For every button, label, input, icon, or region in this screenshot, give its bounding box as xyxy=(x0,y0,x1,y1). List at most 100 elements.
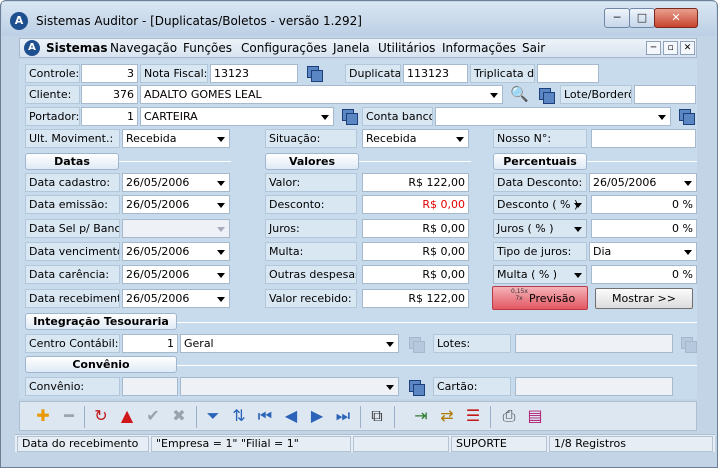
title-bar: A Sistemas Auditor - [Duplicatas/Boletos… xyxy=(2,2,716,36)
cliente-lookup-icon[interactable] xyxy=(539,88,555,104)
multa-field[interactable]: R$ 0,00 xyxy=(362,242,469,261)
minimize-button[interactable]: ─ xyxy=(604,8,630,28)
last-record-icon[interactable]: ⏭ xyxy=(334,407,352,425)
status-empresa-filial: "Empresa = 1" "Filial = 1" xyxy=(151,436,351,452)
juros-percent-field[interactable]: 0 % xyxy=(591,219,697,238)
menu-funcoes[interactable]: Funções xyxy=(183,41,232,55)
centro-contabil-code-field[interactable]: 1 xyxy=(122,334,178,353)
list-icon[interactable]: ☰ xyxy=(464,407,482,425)
data-recebimento-label: Data recebimento: xyxy=(25,289,120,308)
print-icon[interactable]: ⎙ xyxy=(500,407,518,425)
data-sel-banco-field[interactable] xyxy=(122,219,230,238)
data-cadastro-field[interactable]: 26/05/2006 xyxy=(122,173,230,192)
ult-moviment-select[interactable]: Recebida xyxy=(122,129,230,148)
nosso-numero-field[interactable] xyxy=(591,129,696,148)
desconto-percent-select[interactable]: Desconto ( % ) xyxy=(493,195,587,214)
lotes-lookup-icon[interactable] xyxy=(681,337,697,353)
portador-select[interactable]: CARTEIRA xyxy=(140,107,334,126)
multa-percent-field[interactable]: 0 % xyxy=(591,265,697,284)
status-user: SUPORTE xyxy=(451,436,547,452)
controle-field[interactable]: 3 xyxy=(81,64,138,83)
conta-banco-select[interactable] xyxy=(435,107,671,126)
data-carencia-field[interactable]: 26/05/2006 xyxy=(122,265,230,284)
confirm-icon[interactable]: ✔ xyxy=(144,407,162,425)
data-desconto-field[interactable]: 26/05/2006 xyxy=(589,173,697,192)
cliente-code-field[interactable]: 376 xyxy=(81,85,138,104)
duplicata-field[interactable]: 113123 xyxy=(403,64,468,83)
valores-section-header: Valores xyxy=(265,153,359,170)
desconto-field[interactable]: R$ 0,00 xyxy=(362,195,469,214)
previsao-button[interactable]: 0,15x 7x Previsão xyxy=(492,286,588,310)
alert-icon[interactable]: ▲ xyxy=(118,407,136,425)
mostrar-button[interactable]: Mostrar >> xyxy=(595,288,693,309)
export-icon[interactable]: ⇄ xyxy=(438,407,456,425)
cliente-select[interactable]: ADALTO GOMES LEAL xyxy=(140,85,503,104)
search-icon[interactable]: 🔍 xyxy=(510,86,529,102)
ult-moviment-label: Ult. Moviment.: xyxy=(25,129,120,148)
edit-record-icon[interactable]: ↻ xyxy=(92,407,110,425)
convenio-label: Convênio: xyxy=(25,377,120,396)
integracao-section-header: Integração Tesouraria xyxy=(25,313,177,330)
copy-icon[interactable]: ⧉ xyxy=(368,407,386,425)
valor-field[interactable]: R$ 122,00 xyxy=(362,173,469,192)
mdi-minimize-button[interactable]: ─ xyxy=(646,41,661,55)
menu-sair[interactable]: Sair xyxy=(522,41,545,55)
conta-banco-lookup-icon[interactable] xyxy=(679,109,695,125)
outras-despesas-field[interactable]: R$ 0,00 xyxy=(362,265,469,284)
situacao-select[interactable]: Recebida xyxy=(362,129,469,148)
menu-utilitarios[interactable]: Utilitários xyxy=(378,41,435,55)
import-icon[interactable]: ⇥ xyxy=(412,407,430,425)
sort-icon[interactable]: ⇅ xyxy=(230,407,248,425)
previous-record-icon[interactable]: ◀ xyxy=(282,407,300,425)
filter-icon[interactable]: ⏷ xyxy=(204,407,222,425)
convenio-lookup-icon[interactable] xyxy=(409,380,425,396)
portador-code-field[interactable]: 1 xyxy=(81,107,138,126)
portador-lookup-icon[interactable] xyxy=(342,109,358,125)
multa-percent-select[interactable]: Multa ( % ) xyxy=(493,265,587,284)
menu-sistemas[interactable]: Sistemas xyxy=(46,41,108,55)
mdi-restore-button[interactable]: ▫ xyxy=(663,41,678,55)
menu-navegacao[interactable]: Navegação xyxy=(110,41,177,55)
first-record-icon[interactable]: ⏮ xyxy=(256,407,274,425)
close-button[interactable]: ✕ xyxy=(654,8,698,28)
centro-contabil-select[interactable]: Geral xyxy=(180,334,399,353)
convenio-code-field[interactable] xyxy=(122,377,178,396)
lote-bordero-field[interactable] xyxy=(634,85,696,104)
next-record-icon[interactable]: ▶ xyxy=(308,407,326,425)
tipo-juros-select[interactable]: Dia xyxy=(589,242,697,261)
centro-contabil-lookup-icon[interactable] xyxy=(409,337,425,353)
menu-configuracoes[interactable]: Configurações xyxy=(241,41,327,55)
cartao-label: Cartão: xyxy=(433,377,511,396)
menu-app-icon[interactable]: A xyxy=(24,40,40,56)
report-icon[interactable]: ▤ xyxy=(526,407,544,425)
menu-informacoes[interactable]: Informações xyxy=(442,41,516,55)
add-record-icon[interactable]: ✚ xyxy=(34,407,52,425)
menu-janela[interactable]: Janela xyxy=(333,41,370,55)
data-vencimento-field[interactable]: 26/05/2006 xyxy=(122,242,230,261)
desconto-percent-field[interactable]: 0 % xyxy=(591,195,697,214)
convenio-select[interactable] xyxy=(180,377,399,396)
valor-recebido-field[interactable]: R$ 122,00 xyxy=(362,289,469,308)
main-window: A Sistemas Auditor - [Duplicatas/Boletos… xyxy=(0,0,718,468)
toolbar-separator xyxy=(394,406,395,428)
data-emissao-field[interactable]: 26/05/2006 xyxy=(122,195,230,214)
valor-label: Valor: xyxy=(265,173,357,192)
tipo-juros-label: Tipo de juros: xyxy=(493,242,587,261)
delete-record-icon[interactable]: ━ xyxy=(60,407,78,425)
juros-percent-select[interactable]: Juros ( % ) xyxy=(493,219,587,238)
cartao-field[interactable] xyxy=(515,377,673,396)
mdi-close-button[interactable]: ✕ xyxy=(680,41,695,55)
data-sel-banco-label: Data Sel p/ Banco: xyxy=(25,219,120,238)
lotes-field[interactable] xyxy=(515,334,673,353)
cancel-icon[interactable]: ✖ xyxy=(170,407,188,425)
triplicata-field[interactable] xyxy=(537,64,599,83)
data-emissao-label: Data emissão: xyxy=(25,195,120,214)
conta-banco-label: Conta banco: xyxy=(362,107,433,126)
data-cadastro-label: Data cadastro: xyxy=(25,173,120,192)
nota-fiscal-field[interactable]: 13123 xyxy=(210,64,298,83)
window-title: Sistemas Auditor - [Duplicatas/Boletos -… xyxy=(36,14,362,28)
data-recebimento-field[interactable]: 26/05/2006 xyxy=(122,289,230,308)
maximize-button[interactable]: □ xyxy=(629,8,655,28)
juros-field[interactable]: R$ 0,00 xyxy=(362,219,469,238)
nota-fiscal-lookup-icon[interactable] xyxy=(307,66,323,82)
